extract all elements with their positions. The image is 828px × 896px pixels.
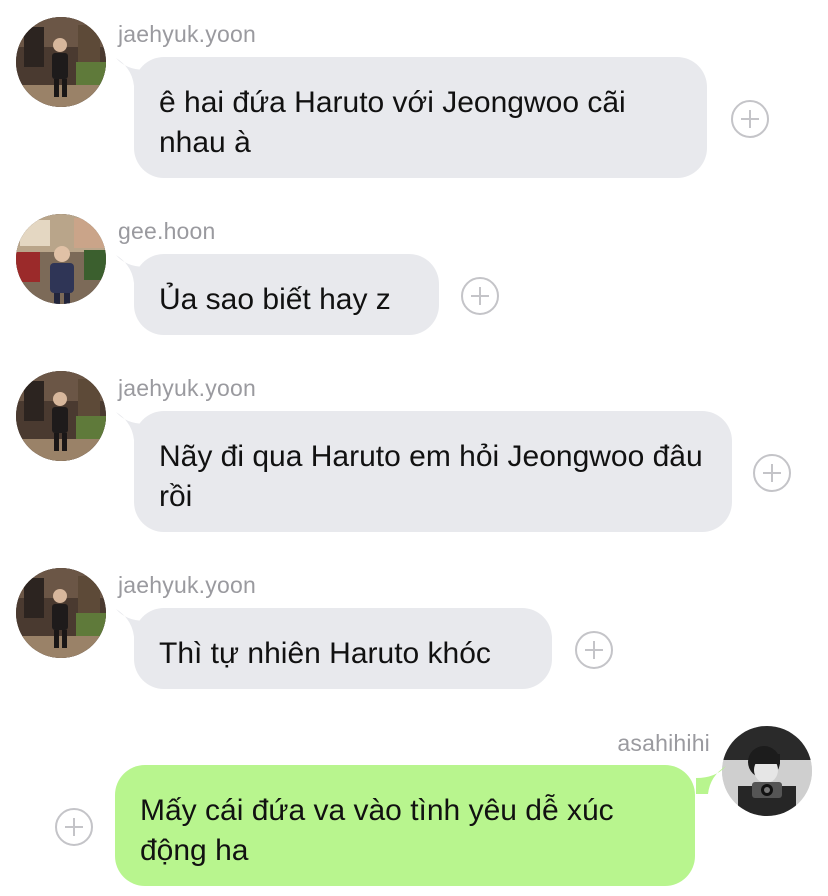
- sender-name: jaehyuk.yoon: [118, 375, 256, 401]
- message-text: Ủa sao biết hay z: [159, 283, 391, 316]
- sender-name: asahihihi: [617, 730, 710, 756]
- geehoon-avatar-icon[interactable]: [16, 214, 106, 304]
- message-text: Nãy đi qua Haruto em hỏi Jeongwoo đâu rồ…: [159, 440, 703, 513]
- message-text: Mấy cái đứa va vào tình yêu dễ xúc động …: [140, 794, 614, 867]
- jaehyuk-avatar-icon[interactable]: [16, 17, 106, 107]
- add-reaction-icon[interactable]: [575, 631, 613, 669]
- add-reaction-icon[interactable]: [461, 277, 499, 315]
- sender-name: gee.hoon: [118, 218, 216, 244]
- message-bubble[interactable]: ê hai đứa Haruto với Jeongwoo cãi nhau à: [134, 57, 707, 178]
- sender-name: jaehyuk.yoon: [118, 21, 256, 47]
- asahi-avatar-icon[interactable]: [722, 726, 812, 816]
- message-bubble[interactable]: Mấy cái đứa va vào tình yêu dễ xúc động …: [115, 765, 695, 886]
- jaehyuk-avatar-icon[interactable]: [16, 371, 106, 461]
- message-bubble[interactable]: Nãy đi qua Haruto em hỏi Jeongwoo đâu rồ…: [134, 411, 732, 532]
- sender-name: jaehyuk.yoon: [118, 572, 256, 598]
- jaehyuk-avatar-icon[interactable]: [16, 568, 106, 658]
- add-reaction-icon[interactable]: [55, 808, 93, 846]
- message-bubble[interactable]: Ủa sao biết hay z: [134, 254, 439, 335]
- message-bubble[interactable]: Thì tự nhiên Haruto khóc: [134, 608, 552, 689]
- bubble-tail: [696, 764, 730, 794]
- add-reaction-icon[interactable]: [731, 100, 769, 138]
- chat-thread: jaehyuk.yoon ê hai đứa Haruto với Jeongw…: [0, 0, 828, 896]
- add-reaction-icon[interactable]: [753, 454, 791, 492]
- message-text: ê hai đứa Haruto với Jeongwoo cãi nhau à: [159, 86, 626, 159]
- message-text: Thì tự nhiên Haruto khóc: [159, 637, 491, 670]
